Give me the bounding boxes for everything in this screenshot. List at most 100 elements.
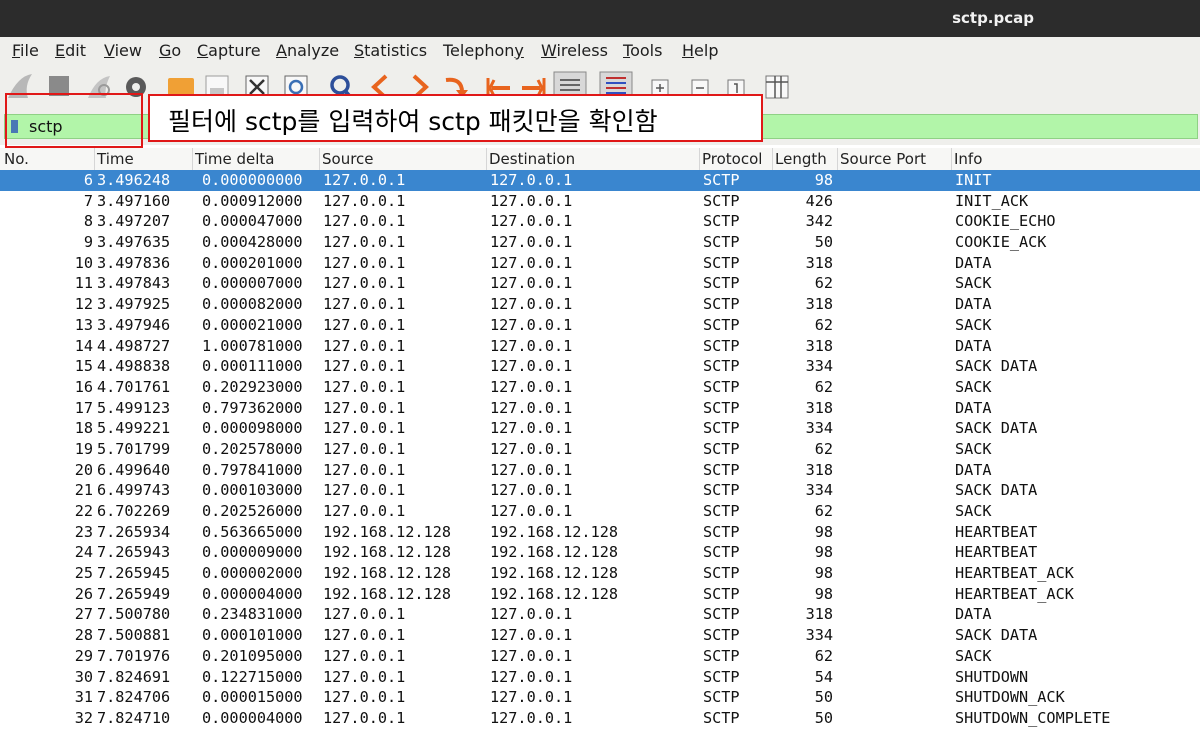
packet-info: SACK DATA xyxy=(955,419,1038,438)
packet-row[interactable]: 30 7.824691 0.122715000 127.0.0.1 127.0.0.1 S… xyxy=(0,667,1200,688)
menu-item-file[interactable]: File xyxy=(12,41,39,60)
packet-row[interactable]: 9 3.497635 0.000428000 127.0.0.1 127.0.0.1 SC… xyxy=(0,232,1200,253)
packet-row[interactable]: 28 7.500881 0.000101000 127.0.0.1 127.0.0.1 S… xyxy=(0,625,1200,646)
packet-list[interactable]: 6 3.496248 0.000000000 127.0.0.1 127.0.0.1 SC… xyxy=(0,170,1200,729)
menu-item-analyze[interactable]: Analyze xyxy=(276,41,339,60)
packet-len: 318 xyxy=(805,398,833,417)
packet-len: 318 xyxy=(805,295,833,314)
packet-len: 318 xyxy=(805,460,833,479)
packet-info: INIT_ACK xyxy=(955,191,1029,210)
packet-info: SACK xyxy=(955,439,992,458)
menu-item-wireless[interactable]: Wireless xyxy=(541,41,608,60)
column-header-source-port[interactable]: Source Port xyxy=(840,150,926,168)
packet-row[interactable]: 10 3.497836 0.000201000 127.0.0.1 127.0.0.1 S… xyxy=(0,253,1200,274)
packet-row[interactable]: 26 7.265949 0.000004000 192.168.12.128 192.1… xyxy=(0,584,1200,605)
column-separator[interactable] xyxy=(772,148,773,170)
packet-info: INIT xyxy=(955,171,992,189)
packet-len: 62 xyxy=(814,502,833,520)
packet-row[interactable]: 14 4.498727 1.000781000 127.0.0.1 127.0.0.1 S… xyxy=(0,336,1200,357)
packet-len: 50 xyxy=(814,688,833,707)
packet-len: 62 xyxy=(814,377,833,396)
packet-len: 50 xyxy=(814,233,833,252)
packet-row[interactable]: 22 6.702269 0.202526000 127.0.0.1 127.0.0.1 S… xyxy=(0,501,1200,522)
packet-info: DATA xyxy=(955,460,992,479)
annotation-callout: 필터에 sctp를 입력하여 sctp 패킷만을 확인함 xyxy=(148,94,763,142)
menu-item-help[interactable]: Help xyxy=(682,41,718,60)
packet-info: SACK DATA xyxy=(955,481,1038,500)
menu-item-telephony[interactable]: Telephony xyxy=(443,41,524,60)
packet-row[interactable]: 25 7.265945 0.000002000 192.168.12.128 192.1… xyxy=(0,563,1200,584)
column-header-source[interactable]: Source xyxy=(322,150,374,168)
packet-row[interactable]: 31 7.824706 0.000015000 127.0.0.1 127.0.0.1 S… xyxy=(0,687,1200,708)
packet-len: 334 xyxy=(805,626,833,645)
packet-info: SACK xyxy=(955,274,992,293)
packet-len: 62 xyxy=(814,439,833,458)
menu-item-edit[interactable]: Edit xyxy=(55,41,86,60)
packet-list-header: No. Time Time delta Source Destination Protoc… xyxy=(0,148,1200,171)
column-header-no[interactable]: No. xyxy=(4,150,29,168)
column-separator[interactable] xyxy=(699,148,700,170)
column-separator[interactable] xyxy=(319,148,320,170)
packet-row[interactable]: 29 7.701976 0.201095000 127.0.0.1 127.0.0.1 S… xyxy=(0,646,1200,667)
menu-item-go[interactable]: Go xyxy=(159,41,181,60)
packet-len: 62 xyxy=(814,274,833,293)
packet-row[interactable]: 24 7.265943 0.000009000 192.168.12.128 192.1… xyxy=(0,542,1200,563)
packet-row[interactable]: 6 3.496248 0.000000000 127.0.0.1 127.0.0.1 SC… xyxy=(0,170,1200,191)
packet-row[interactable]: 32 7.824710 0.000004000 127.0.0.1 127.0.0.1 S… xyxy=(0,708,1200,729)
menu-bar: File Edit View Go Capture Analyze Statistics Te… xyxy=(0,37,1200,66)
packet-info: DATA xyxy=(955,253,992,272)
packet-info: SHUTDOWN_COMPLETE xyxy=(955,708,1111,727)
packet-info: HEARTBEAT_ACK xyxy=(955,584,1074,603)
packet-len: 98 xyxy=(814,171,833,189)
menu-item-capture[interactable]: Capture xyxy=(197,41,261,60)
packet-len: 334 xyxy=(805,419,833,438)
column-separator[interactable] xyxy=(94,148,95,170)
menu-item-view[interactable]: View xyxy=(104,41,142,60)
packet-info: SACK xyxy=(955,315,992,334)
packet-len: 54 xyxy=(814,667,833,686)
column-header-protocol[interactable]: Protocol xyxy=(702,150,762,168)
packet-len: 98 xyxy=(814,543,833,562)
packet-row[interactable]: 13 3.497946 0.000021000 127.0.0.1 127.0.0.1 S… xyxy=(0,315,1200,336)
packet-row[interactable]: 27 7.500780 0.234831000 127.0.0.1 127.0.0.1 S… xyxy=(0,604,1200,625)
packet-row[interactable]: 19 5.701799 0.202578000 127.0.0.1 127.0.0.1 S… xyxy=(0,439,1200,460)
packet-row[interactable]: 7 3.497160 0.000912000 127.0.0.1 127.0.0.1 SC… xyxy=(0,191,1200,212)
packet-row[interactable]: 21 6.499743 0.000103000 127.0.0.1 127.0.0.1 S… xyxy=(0,480,1200,501)
window-title: sctp.pcap xyxy=(952,9,1034,27)
resize-columns-icon[interactable] xyxy=(765,75,789,99)
packet-len: 62 xyxy=(814,646,833,665)
packet-row[interactable]: 15 4.498838 0.000111000 127.0.0.1 127.0.0.1 S… xyxy=(0,356,1200,377)
packet-row[interactable]: 8 3.497207 0.000047000 127.0.0.1 127.0.0.1 SC… xyxy=(0,211,1200,232)
menu-item-statistics[interactable]: Statistics xyxy=(354,41,427,60)
packet-info: HEARTBEAT_ACK xyxy=(955,564,1074,583)
packet-row[interactable]: 12 3.497925 0.000082000 127.0.0.1 127.0.0.1 S… xyxy=(0,294,1200,315)
column-header-time-delta[interactable]: Time delta xyxy=(195,150,274,168)
column-header-length[interactable]: Length xyxy=(775,150,827,168)
packet-len: 318 xyxy=(805,253,833,272)
menu-item-tools[interactable]: Tools xyxy=(623,41,662,60)
window-titlebar: sctp.pcap xyxy=(0,0,1200,37)
packet-row[interactable]: 11 3.497843 0.000007000 127.0.0.1 127.0.0.1 S… xyxy=(0,273,1200,294)
packet-len: 318 xyxy=(805,336,833,355)
column-header-time[interactable]: Time xyxy=(97,150,134,168)
packet-info: COOKIE_ACK xyxy=(955,233,1047,252)
column-separator[interactable] xyxy=(192,148,193,170)
column-separator[interactable] xyxy=(951,148,952,170)
packet-info: SHUTDOWN_ACK xyxy=(955,688,1065,707)
packet-len: 98 xyxy=(814,522,833,541)
packet-row[interactable]: 16 4.701761 0.202923000 127.0.0.1 127.0.0.1 S… xyxy=(0,377,1200,398)
packet-info: DATA xyxy=(955,398,992,417)
packet-len: 334 xyxy=(805,481,833,500)
column-header-destination[interactable]: Destination xyxy=(489,150,575,168)
packet-len: 318 xyxy=(805,605,833,624)
packet-len: 342 xyxy=(805,212,833,231)
packet-row[interactable]: 20 6.499640 0.797841000 127.0.0.1 127.0.0.1 S… xyxy=(0,460,1200,481)
column-header-info[interactable]: Info xyxy=(954,150,982,168)
packet-info: HEARTBEAT xyxy=(955,522,1038,541)
column-separator[interactable] xyxy=(486,148,487,170)
packet-row[interactable]: 17 5.499123 0.797362000 127.0.0.1 127.0.0.1 S… xyxy=(0,398,1200,419)
packet-info: DATA xyxy=(955,295,992,314)
packet-row[interactable]: 18 5.499221 0.000098000 127.0.0.1 127.0.0.1 S… xyxy=(0,418,1200,439)
packet-row[interactable]: 23 7.265934 0.563665000 192.168.12.128 192.1… xyxy=(0,522,1200,543)
column-separator[interactable] xyxy=(837,148,838,170)
